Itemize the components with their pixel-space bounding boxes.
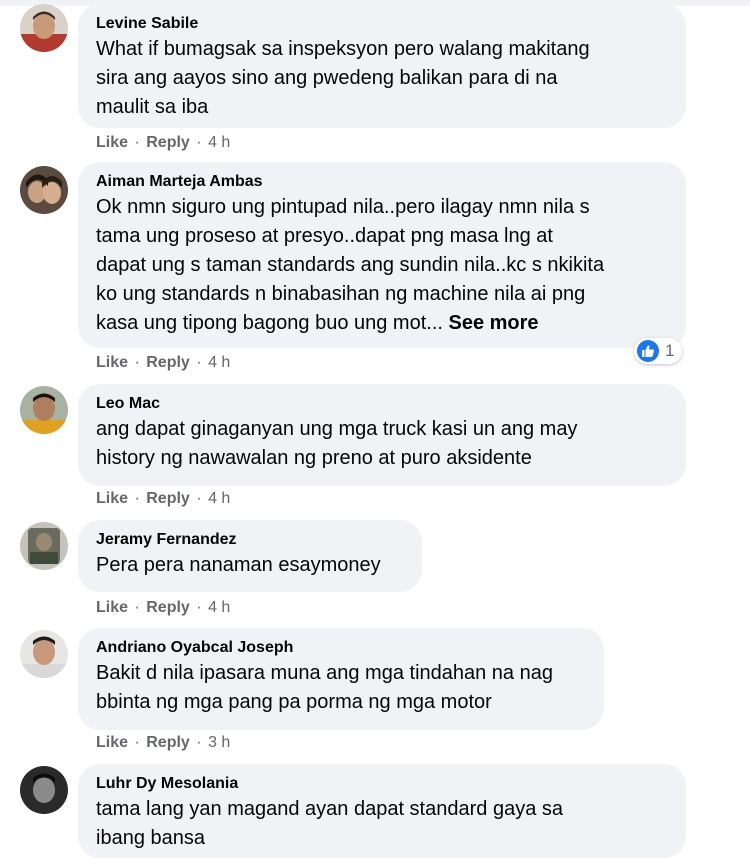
separator: · [134, 734, 140, 751]
comment-timestamp[interactable]: 4 h [208, 354, 230, 371]
like-button[interactable]: Like [96, 734, 128, 751]
separator: · [134, 599, 140, 616]
comment-actions: Like · Reply · 4 h [96, 598, 230, 618]
separator: · [134, 134, 140, 151]
comment-bubble: Andriano Oyabcal Joseph Bakit d nila ipa… [78, 628, 604, 730]
separator: · [134, 354, 140, 371]
comment-author[interactable]: Jeramy Fernandez [96, 529, 404, 551]
comment-timestamp[interactable]: 4 h [208, 599, 230, 616]
reply-button[interactable]: Reply [146, 490, 190, 507]
see-more-link[interactable]: See more [449, 312, 539, 334]
comment-text: Ok nmn siguro ung pintupad nila..pero il… [96, 193, 668, 338]
comment-actions: Like · Reply · 4 h [96, 353, 230, 373]
comment-text: What if bumagsak sa inspeksyon pero wala… [96, 38, 590, 118]
reply-button[interactable]: Reply [146, 599, 190, 616]
reply-button[interactable]: Reply [146, 134, 190, 151]
like-icon [637, 340, 659, 362]
separator: · [196, 734, 202, 751]
avatar[interactable] [20, 386, 68, 434]
comment-author[interactable]: Luhr Dy Mesolania [96, 773, 668, 795]
comment-text: ang dapat ginaganyan ung mga truck kasi … [96, 418, 578, 469]
comment-actions: Like · Reply · 4 h [96, 133, 230, 153]
avatar[interactable] [20, 166, 68, 214]
reaction-count: 1 [665, 341, 675, 360]
comment-bubble: Leo Mac ang dapat ginaganyan ung mga tru… [78, 384, 686, 486]
like-button[interactable]: Like [96, 134, 128, 151]
comment-bubble: Aiman Marteja Ambas Ok nmn siguro ung pi… [78, 162, 686, 348]
avatar[interactable] [20, 4, 68, 52]
comment-author[interactable]: Aiman Marteja Ambas [96, 171, 668, 193]
comment-actions: Like · Reply · 4 h [96, 489, 230, 509]
like-button[interactable]: Like [96, 599, 128, 616]
comment-bubble: Luhr Dy Mesolania tama lang yan magand a… [78, 764, 686, 858]
reply-button[interactable]: Reply [146, 734, 190, 751]
comment-bubble: Levine Sabile What if bumagsak sa inspek… [78, 4, 686, 128]
separator: · [196, 134, 202, 151]
separator: · [196, 490, 202, 507]
separator: · [196, 354, 202, 371]
comment-actions: Like · Reply · 3 h [96, 733, 230, 753]
comment-text: tama lang yan magand ayan dapat standard… [96, 798, 563, 849]
comment-author[interactable]: Andriano Oyabcal Joseph [96, 637, 586, 659]
like-button[interactable]: Like [96, 354, 128, 371]
comment-text: Bakit d nila ipasara muna ang mga tindah… [96, 662, 553, 713]
avatar[interactable] [20, 630, 68, 678]
comment-timestamp[interactable]: 4 h [208, 134, 230, 151]
avatar[interactable] [20, 522, 68, 570]
comment-author[interactable]: Leo Mac [96, 393, 668, 415]
avatar[interactable] [20, 766, 68, 814]
comment-timestamp[interactable]: 4 h [208, 490, 230, 507]
comment-timestamp[interactable]: 3 h [208, 734, 230, 751]
reply-button[interactable]: Reply [146, 354, 190, 371]
comment-text: Pera pera nanaman esaymoney [96, 554, 381, 576]
comment-bubble: Jeramy Fernandez Pera pera nanaman esaym… [78, 520, 422, 592]
separator: · [196, 599, 202, 616]
like-button[interactable]: Like [96, 490, 128, 507]
reaction-summary[interactable]: 1 [634, 338, 683, 364]
comment-author[interactable]: Levine Sabile [96, 13, 668, 35]
separator: · [134, 490, 140, 507]
